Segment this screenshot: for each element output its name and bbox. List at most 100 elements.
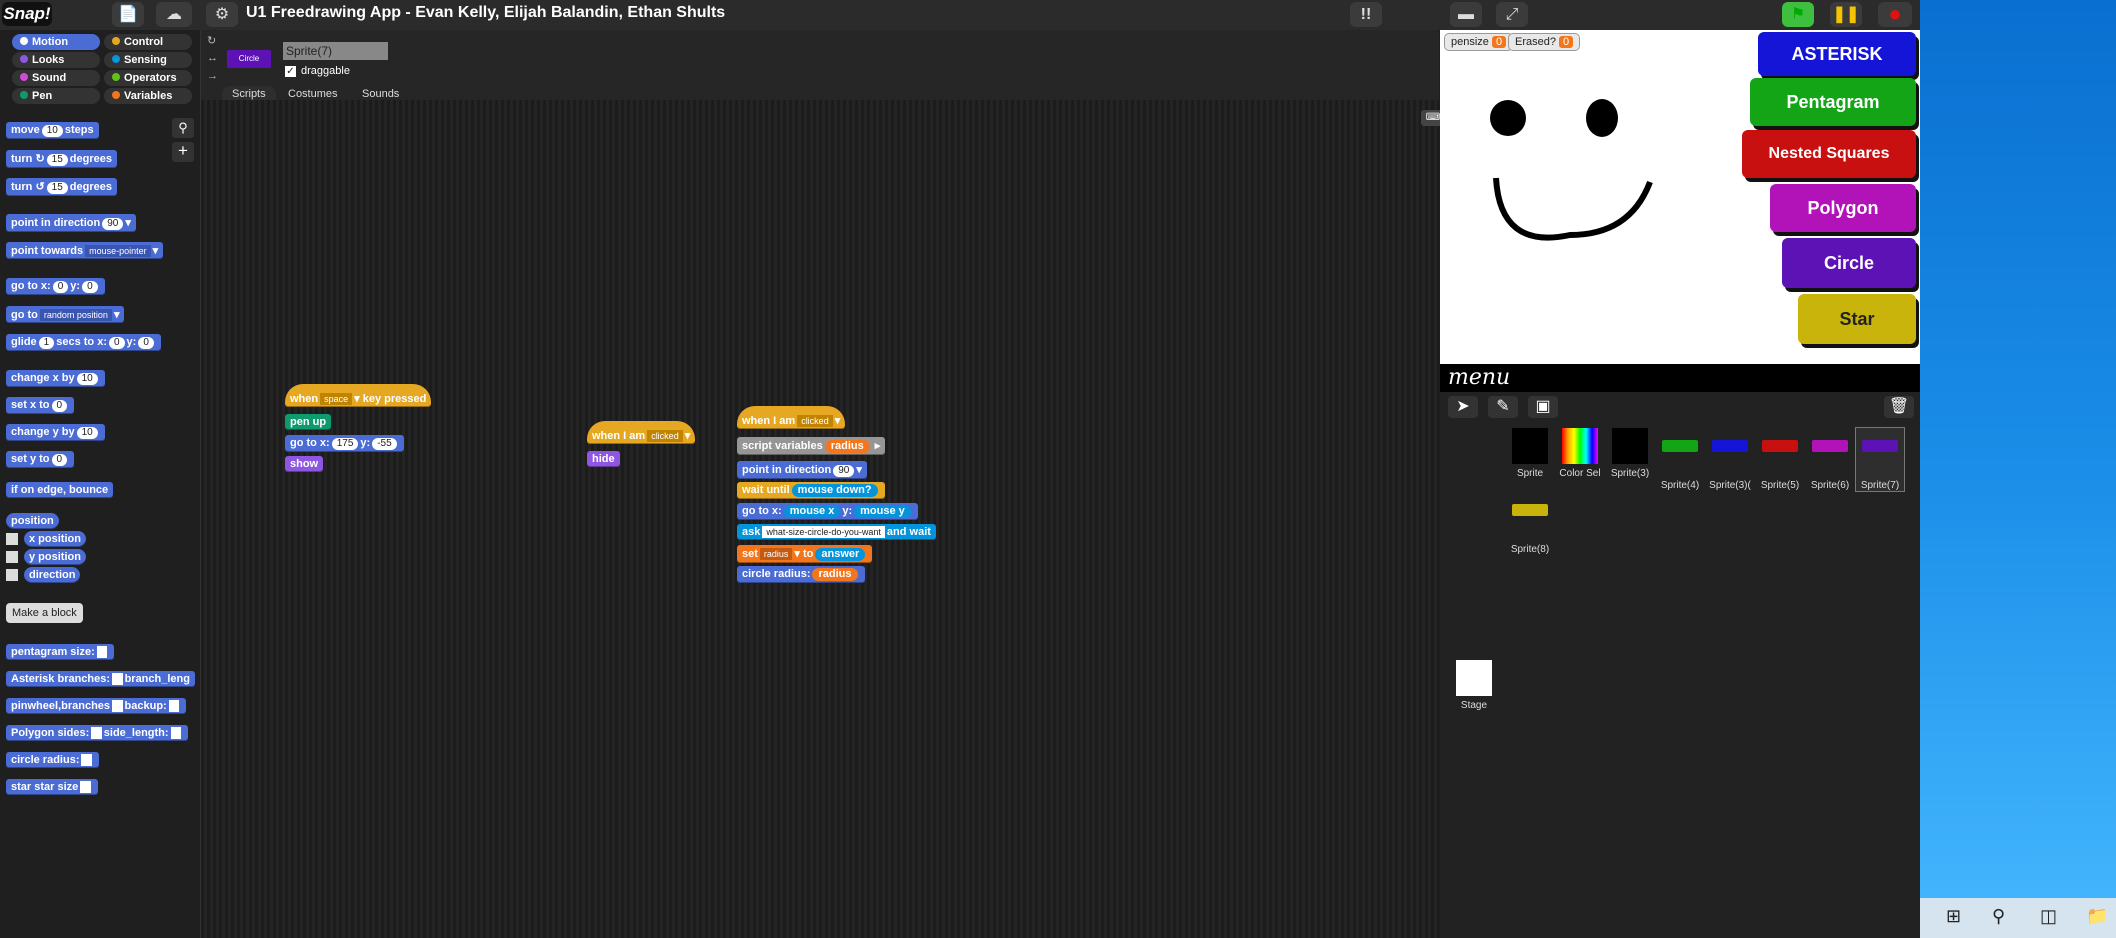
reporter-direction[interactable]: direction (24, 567, 81, 583)
block-palette: Motion Control Looks Sensing Sound Opera… (0, 30, 201, 938)
sprite-icon[interactable]: Sprite(4) (1656, 428, 1704, 491)
star-button[interactable]: Star (1798, 294, 1916, 344)
block-point-in-direction[interactable]: point in direction 90 ▾ (6, 214, 136, 232)
stop-icon[interactable]: ● (1878, 2, 1912, 27)
block-turn-ccw[interactable]: turn ↺ 15 degrees (6, 178, 117, 196)
add-icon[interactable]: + (172, 142, 194, 162)
unused-blocks-icon[interactable]: !! (1350, 2, 1382, 27)
block-turn-cw[interactable]: turn ↻ 15 degrees (6, 150, 117, 168)
script3-script-variables[interactable]: script variables radius ▸ (737, 437, 886, 455)
custom-block-pentagram[interactable]: pentagram size: (6, 644, 115, 660)
pause-icon[interactable]: ❚❚ (1830, 2, 1862, 27)
sprite-icon[interactable]: Sprite(5) (1756, 428, 1804, 491)
category-looks[interactable]: Looks (12, 52, 100, 68)
block-set-x[interactable]: set x to 0 (6, 397, 75, 414)
script1-show[interactable]: show (285, 456, 324, 472)
checkbox-x-position[interactable] (6, 533, 18, 545)
stage-size-icon[interactable]: ▬ (1450, 2, 1482, 27)
script3-go-to[interactable]: go to x: mouse x y: mouse y (737, 503, 918, 520)
category-sound[interactable]: Sound (12, 70, 100, 86)
sprite-name: Sprite(8) (1510, 544, 1550, 555)
file-explorer-icon[interactable]: 📁 (2086, 906, 2108, 927)
block-change-x[interactable]: change x by 10 (6, 370, 105, 387)
script3-set[interactable]: set radius ▾ to answer (737, 545, 873, 563)
pentagram-button[interactable]: Pentagram (1750, 78, 1916, 126)
category-operators[interactable]: Operators (104, 70, 192, 86)
script3-wait-until[interactable]: wait until mouse down? (737, 482, 885, 499)
sprite-thumbnail: Circle (227, 50, 271, 68)
script1-go-to[interactable]: go to x: 175 y: -55 (285, 435, 404, 452)
custom-block-polygon[interactable]: Polygon sides: side_length: (6, 725, 189, 741)
polygon-button[interactable]: Polygon (1770, 184, 1916, 232)
block-bounce[interactable]: if on edge, bounce (6, 482, 114, 498)
snap-logo[interactable]: Snap! (2, 2, 52, 26)
turtle-icon[interactable]: ➤ (1448, 396, 1478, 418)
green-flag-icon[interactable]: ⚑ (1782, 2, 1814, 27)
block-glide[interactable]: glide 1 secs to x: 0 y: 0 (6, 334, 161, 351)
camera-icon[interactable]: ▣ (1528, 396, 1558, 418)
scripting-area[interactable]: ⌨ when space ▾ key pressed pen up go to x:… (201, 100, 1445, 938)
script3-circle-radius[interactable]: circle radius: radius (737, 566, 865, 583)
sprite-icon[interactable]: Sprite(3)( (1706, 428, 1754, 491)
sprite-icon[interactable]: Sprite(7) (1855, 427, 1905, 492)
script3-ask[interactable]: ask what-size-circle-do-you-want and wait (737, 524, 936, 540)
reporter-x-position[interactable]: x position (24, 531, 86, 547)
custom-block-pinwheel[interactable]: pinwheel,branches backup: (6, 698, 187, 714)
draggable-checkbox[interactable]: ✓ (285, 66, 296, 77)
paintbrush-icon[interactable]: ✎ (1488, 396, 1518, 418)
file-icon[interactable]: 📄 (112, 2, 144, 27)
checkbox-direction[interactable] (6, 569, 18, 581)
sprite-icon[interactable]: Color Sel (1556, 428, 1604, 479)
asterisk-button[interactable]: ASTERISK (1758, 32, 1916, 76)
presentation-icon[interactable]: ⤢ (1496, 2, 1528, 27)
category-motion[interactable]: Motion (12, 34, 100, 50)
block-set-y[interactable]: set y to 0 (6, 451, 75, 468)
sprite-thumbnail (1862, 440, 1898, 476)
task-view-icon[interactable]: ◫ (2040, 906, 2057, 927)
script2-hat[interactable]: when I am clicked ▾ (587, 421, 696, 444)
search-icon[interactable]: ⚲ (172, 118, 194, 138)
sprite-icon[interactable]: Sprite (1506, 428, 1554, 479)
sprite-icon[interactable]: Sprite(3) (1606, 428, 1654, 479)
menu-text: menu (1448, 365, 1511, 390)
script1-pen-up[interactable]: pen up (285, 414, 332, 430)
block-go-to[interactable]: go to random position ▾ (6, 306, 125, 323)
custom-block-star[interactable]: star star size (6, 779, 98, 795)
sprite-icon[interactable]: Sprite(8) (1506, 492, 1554, 555)
script3-hat[interactable]: when I am clicked ▾ (737, 406, 846, 429)
sprite-name: Sprite(7) (1860, 480, 1900, 491)
script2-hide[interactable]: hide (587, 451, 620, 467)
sprite-icon[interactable]: Sprite(6) (1806, 428, 1854, 491)
cloud-icon[interactable]: ☁ (156, 2, 192, 27)
block-move[interactable]: move 10 steps (6, 122, 99, 139)
flip-icon[interactable]: ↔ (207, 52, 218, 64)
no-rotate-icon[interactable]: → (207, 70, 218, 82)
search-icon[interactable]: ⚲ (1992, 906, 2005, 927)
script3-point-direction[interactable]: point in direction 90 ▾ (737, 461, 867, 479)
stage[interactable]: pensize 0 Erased? 0 ASTERISK Pentagram N… (1440, 30, 1920, 364)
reporter-position[interactable]: position (6, 513, 59, 529)
trash-icon[interactable]: 🗑 (1884, 396, 1914, 418)
custom-block-circle[interactable]: circle radius: (6, 752, 99, 768)
custom-block-asterisk[interactable]: Asterisk branches: branch_leng (6, 671, 195, 687)
windows-icon[interactable]: ⊞ (1946, 906, 1961, 927)
gear-icon[interactable]: ⚙ (206, 2, 238, 27)
stage-icon[interactable]: Stage (1450, 660, 1498, 711)
nested-squares-button[interactable]: Nested Squares (1742, 130, 1916, 178)
category-sensing[interactable]: Sensing (104, 52, 192, 68)
checkbox-y-position[interactable] (6, 551, 18, 563)
circle-button[interactable]: Circle (1782, 238, 1916, 288)
rotate-icon[interactable]: ↻ (207, 34, 216, 47)
category-variables[interactable]: Variables (104, 88, 192, 104)
block-go-to-xy[interactable]: go to x: 0 y: 0 (6, 278, 105, 295)
category-pen[interactable]: Pen (12, 88, 100, 104)
block-change-y[interactable]: change y by 10 (6, 424, 105, 441)
sprite-name: Sprite(3)( (1709, 480, 1751, 491)
reporter-y-position[interactable]: y position (24, 549, 86, 565)
script1-hat[interactable]: when space ▾ key pressed (285, 384, 432, 407)
sprite-name-field[interactable]: Sprite(7) (283, 42, 388, 60)
block-point-towards[interactable]: point towards mouse-pointer ▾ (6, 242, 164, 259)
make-a-block-button[interactable]: Make a block (6, 603, 83, 623)
sprite-corral: ➤ ✎ ▣ 🗑 Sprite Color Sel Sprite(3) Sprite(4… (1440, 392, 1920, 938)
category-control[interactable]: Control (104, 34, 192, 50)
